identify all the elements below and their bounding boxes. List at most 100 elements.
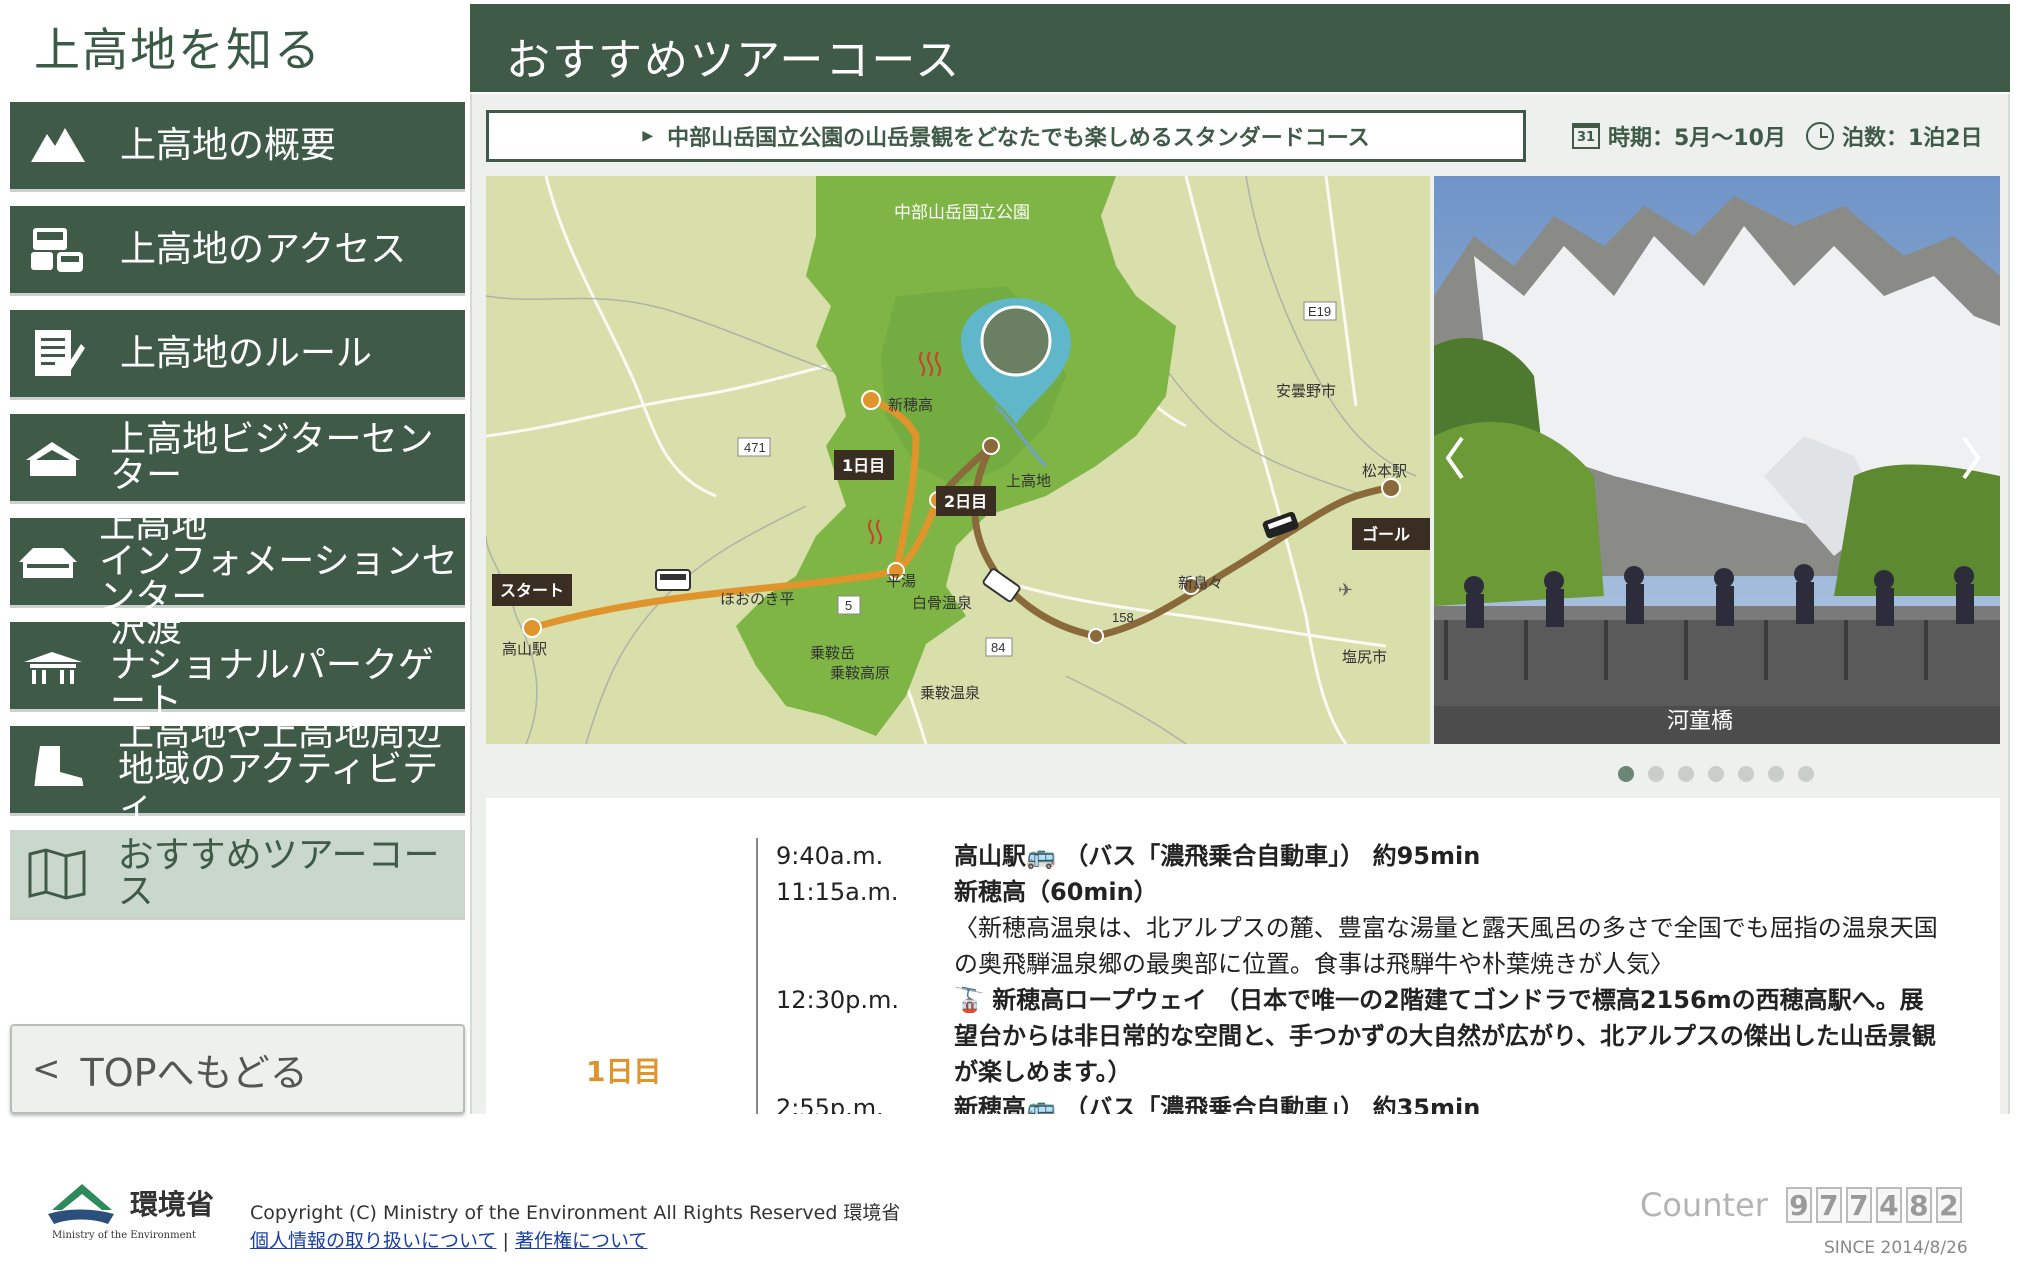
itinerary-text: 〈新穂高温泉は、北アルプスの麓、豊富な湯量と露天風呂の多さで全国でも屈指の温泉天… [954, 914, 1938, 978]
itinerary-panel: 1日目 9:40a.m. 高山駅🚌 （バス「濃飛乗合自動車」） 約95min 1… [486, 798, 2000, 1114]
itinerary-time: 12:30p.m. [776, 986, 900, 1014]
itinerary-time: 11:15a.m. [776, 878, 899, 906]
counter-since: SINCE 2014/8/26 [1824, 1238, 1968, 1258]
photo-carousel[interactable]: 河童橋 [1434, 176, 2000, 744]
day1-tag: 1日目 [842, 456, 885, 475]
sidebar-item-overview[interactable]: 上高地の概要 [10, 102, 465, 192]
calendar-icon: 31 [1572, 123, 1600, 149]
place-shinhotaka: 新穂高 [888, 396, 933, 414]
carousel-dots [1618, 766, 1814, 782]
info-center-icon [10, 517, 85, 607]
day-label: 1日目 [586, 1055, 662, 1088]
carousel-dot[interactable] [1618, 766, 1634, 782]
mountain-icon [10, 101, 106, 191]
itinerary-time: 2:55p.m. [776, 1094, 884, 1114]
logo-jp-text: 環境省 [130, 1188, 214, 1221]
course-title-box: ▶ 中部山岳国立公園の山岳景観をどなたでも楽しめるスタンダードコース [486, 110, 1526, 162]
carousel-dot[interactable] [1708, 766, 1724, 782]
place-matsumoto: 松本駅 [1362, 462, 1407, 480]
sidebar-item-tour-course[interactable]: おすすめツアーコース [10, 830, 465, 920]
counter-digit: 9 [1785, 1187, 1812, 1223]
timeline-divider [756, 838, 758, 1114]
goal-tag: ゴール [1362, 525, 1410, 544]
counter-digit: 4 [1875, 1187, 1902, 1223]
page-title: おすすめツアーコース [470, 4, 2010, 92]
privacy-link[interactable]: 個人情報の取り扱いについて [250, 1230, 496, 1252]
logo-en-text: Ministry of the Environment [52, 1230, 196, 1241]
place-hirayu: 平湯 [886, 572, 916, 590]
road-e19-label: E19 [1308, 304, 1331, 319]
road-158-label: 158 [1112, 610, 1134, 625]
sidebar-item-gate[interactable]: 沢渡 ナショナルパークゲート [10, 611, 465, 719]
course-period: 31 時期：5月〜10月 泊数：1泊2日 [1572, 120, 1983, 152]
footer-links: 個人情報の取り扱いについて | 著作権について [250, 1226, 647, 1253]
map-icon [10, 829, 104, 919]
counter-digit: 7 [1845, 1187, 1872, 1223]
itinerary-text: 新穂高（60min） [954, 878, 1158, 906]
sidebar-item-rules[interactable]: 上高地のルール [10, 310, 465, 400]
footer: 環境省 Ministry of the Environment Copyrigh… [0, 1120, 2028, 1274]
triangle-right-icon: ▶ [642, 128, 654, 144]
carousel-dot[interactable] [1648, 766, 1664, 782]
copyright-link[interactable]: 著作権について [515, 1230, 647, 1252]
gate-icon [10, 621, 96, 711]
ministry-logo: 環境省 Ministry of the Environment [48, 1180, 238, 1248]
course-title: 中部山岳国立公園の山岳景観をどなたでも楽しめるスタンダードコース [667, 126, 1370, 151]
counter-digit: 2 [1935, 1187, 1962, 1223]
road-5-label: 5 [845, 598, 852, 613]
photo-caption: 河童橋 [1667, 709, 1733, 734]
carousel-dot[interactable] [1798, 766, 1814, 782]
carousel-dot[interactable] [1768, 766, 1784, 782]
itinerary-text: 新穂高🚌 （バス「濃飛乗合自動車」） 約35min [954, 1094, 1481, 1114]
rules-document-icon [10, 309, 106, 399]
sidebar-title: 上高地を知る [10, 0, 468, 92]
link-separator: | [502, 1230, 509, 1252]
itinerary-text: 高山駅🚌 （バス「濃飛乗合自動車」） 約95min [954, 842, 1481, 870]
sidebar-item-label: 沢渡 ナショナルパークゲート [110, 608, 435, 722]
sidebar-item-visitor-center[interactable]: 上高地ビジターセンター [10, 414, 465, 504]
bus-train-icon [10, 205, 106, 295]
visitor-center-icon [10, 413, 96, 503]
sidebar-item-label: 上高地のルール [120, 332, 373, 374]
road-84-label: 84 [991, 640, 1005, 655]
place-azumino: 安曇野市 [1276, 382, 1336, 400]
sidebar-item-label: 上高地の概要 [120, 124, 337, 166]
place-shinshimashima: 新島々 [1178, 574, 1223, 592]
place-norikura-spa: 乗鞍温泉 [920, 684, 980, 702]
period-text: 時期：5月〜10月 [1608, 126, 1786, 151]
sidebar-item-info-center[interactable]: 上高地 インフォメーションセンター [10, 507, 465, 615]
place-takayama: 高山駅 [502, 640, 547, 658]
page: 上高地を知る 上高地の概要 上高地のアクセス 上高地のルール 上高地ビジターセン… [0, 0, 2028, 1274]
carousel-dot[interactable] [1678, 766, 1694, 782]
park-label: 中部山岳国立公園 [894, 203, 1030, 223]
place-kamikochi: 上高地 [1006, 472, 1051, 490]
counter-digit: 8 [1905, 1187, 1932, 1223]
road-471-label: 471 [744, 440, 766, 455]
sidebar-item-label: おすすめツアーコース [117, 834, 440, 912]
place-hoonoki: ほおのき平 [720, 590, 795, 608]
itinerary-time: 9:40a.m. [776, 842, 884, 870]
back-to-top-button[interactable]: < TOPへもどる [10, 1024, 465, 1114]
day2-tag: 2日目 [944, 492, 987, 511]
itinerary-text: 🚡 新穂高ロープウェイ （日本で唯一の2階建てゴンドラで標高2156mの西穂高駅… [954, 986, 1936, 1086]
sidebar-item-label: 上高地 インフォメーションセンター [99, 504, 458, 618]
place-shirahone: 白骨温泉 [912, 594, 972, 612]
boot-icon [10, 725, 104, 815]
sidebar-item-access[interactable]: 上高地のアクセス [10, 206, 465, 296]
carousel-dot[interactable] [1738, 766, 1754, 782]
place-norikura: 乗鞍岳 [810, 644, 855, 662]
stay-text: 泊数：1泊2日 [1841, 126, 1983, 151]
bus-marker-icon [655, 569, 691, 591]
place-norikura-kogen: 乗鞍高原 [830, 664, 890, 682]
airport-icon: ✈ [1338, 580, 1353, 601]
sidebar-item-activities[interactable]: 上高地や上高地周辺 地域のアクティビティ [10, 715, 465, 823]
counter-label: Counter [1640, 1186, 1768, 1224]
chevron-left-icon: < [32, 1049, 61, 1089]
sidebar-item-label: 上高地のアクセス [120, 228, 407, 270]
sidebar-item-label: 上高地ビジターセンター [110, 418, 434, 496]
course-panel: ▶ 中部山岳国立公園の山岳景観をどなたでも楽しめるスタンダードコース 31 時期… [470, 94, 2010, 1114]
back-to-top-label: TOPへもどる [80, 1050, 308, 1095]
place-shiojiri: 塩尻市 [1342, 648, 1387, 666]
visitor-counter: Counter 9 7 7 4 8 2 [1640, 1186, 1962, 1224]
counter-digit: 7 [1815, 1187, 1842, 1223]
